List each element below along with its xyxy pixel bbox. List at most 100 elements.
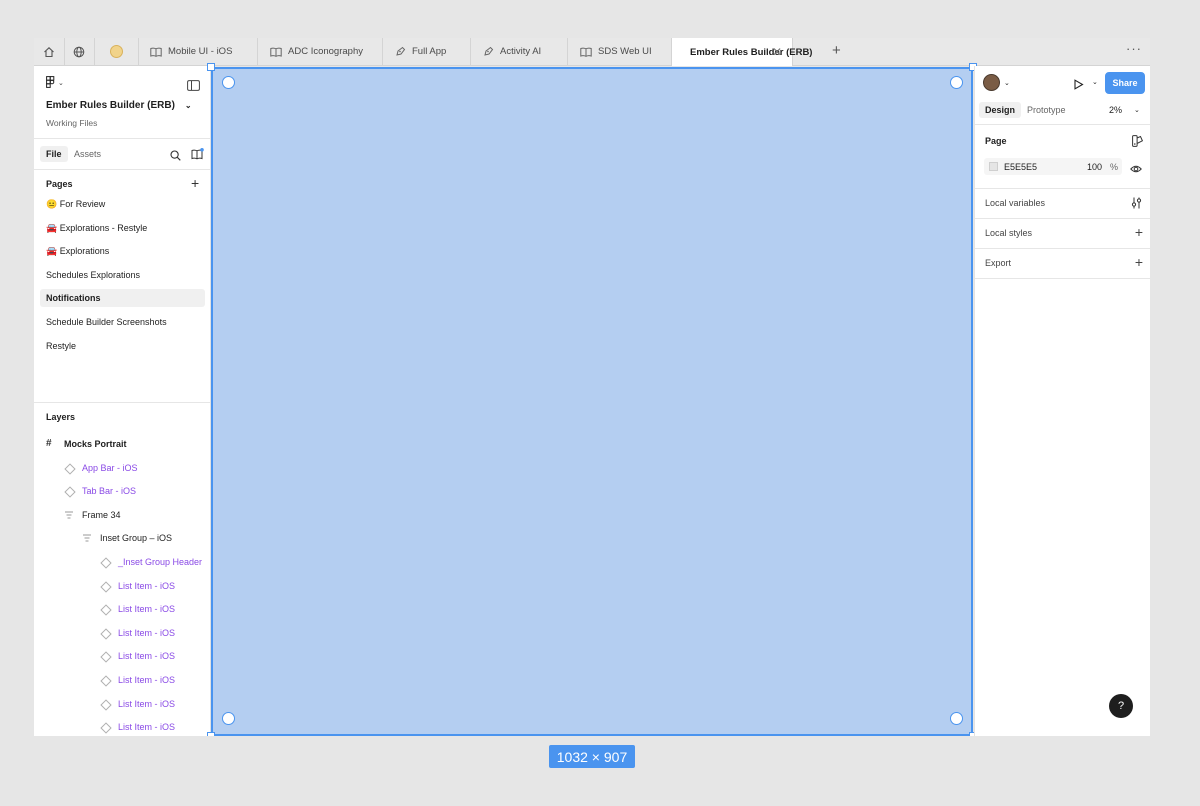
main-menu-button[interactable]: ⌄	[46, 76, 64, 89]
page-item-label: 😐 For Review	[46, 199, 106, 209]
present-button[interactable]	[1073, 77, 1084, 95]
component-instance-icon	[100, 604, 112, 616]
tab-ember-rules-builder-erb[interactable]: Ember Rules Builder (ERB) ✕	[672, 38, 812, 66]
resize-handle-bottom-left[interactable]	[207, 732, 215, 736]
new-tab-button[interactable]: +	[832, 42, 841, 59]
right-panel: ⌄ ⌄ Share Design Prototype 2% ⌄ Page E5E…	[974, 66, 1150, 736]
layer-component[interactable]: Tab Bar - iOS	[34, 483, 210, 499]
pen-icon	[396, 46, 406, 56]
emoji-tab[interactable]	[94, 38, 139, 65]
size-badge: 1032 × 907	[549, 745, 635, 768]
layer-component[interactable]: List Item - iOS	[34, 696, 210, 712]
book-icon	[270, 47, 282, 57]
page-color-hex[interactable]: E5E5E5	[1004, 162, 1037, 172]
layer-autolayout-frame[interactable]: Inset Group – iOS	[34, 530, 210, 546]
layer-label: List Item - iOS	[118, 675, 176, 685]
component-instance-icon	[100, 722, 112, 734]
tab-sds-web-ui[interactable]: SDS Web UI	[568, 38, 672, 65]
figma-window: Mobile UI - iOS ADC Iconography Full App Ac…	[34, 38, 1150, 736]
page-opacity-value[interactable]: 100	[1087, 162, 1102, 172]
page-item-label: Schedule Builder Screenshots	[46, 317, 167, 327]
search-layers-button[interactable]	[170, 148, 181, 166]
add-style-button[interactable]: +	[1135, 224, 1143, 240]
layer-component[interactable]: List Item - iOS	[34, 625, 210, 641]
layer-component[interactable]: _Inset Group Header	[34, 554, 210, 570]
corner-radius-handle-bottom-right[interactable]	[950, 712, 963, 725]
home-icon	[44, 46, 54, 57]
layer-component[interactable]: List Item - iOS	[34, 672, 210, 688]
page-item-label: Restyle	[46, 340, 77, 351]
layer-label: Frame 34	[82, 509, 121, 520]
page-color-swatch	[989, 162, 998, 171]
page-color-styles-button[interactable]	[1132, 134, 1144, 152]
share-button[interactable]: Share	[1105, 72, 1145, 94]
corner-radius-handle-bottom-left[interactable]	[222, 712, 235, 725]
community-tab[interactable]	[64, 38, 95, 65]
close-icon[interactable]: ✕	[772, 45, 782, 59]
corner-radius-handle-top-left[interactable]	[222, 76, 235, 89]
tab-adc-iconography[interactable]: ADC Iconography	[258, 38, 383, 65]
layer-label: List Item - iOS	[118, 627, 176, 638]
canvas[interactable]	[207, 63, 977, 736]
tab-mobile-ui-ios[interactable]: Mobile UI - iOS	[138, 38, 258, 65]
chevron-down-icon: ⌄	[58, 79, 64, 87]
resize-handle-top-left[interactable]	[207, 63, 215, 71]
toggle-visibility-button[interactable]	[1130, 161, 1142, 179]
file-name-dropdown[interactable]: Ember Rules Builder (ERB) ⌄	[46, 100, 192, 111]
layer-autolayout-frame[interactable]: Frame 34	[34, 507, 210, 523]
page-background-field[interactable]: E5E5E5 100 %	[984, 158, 1122, 175]
percent-sign: %	[1110, 162, 1119, 172]
selected-frame[interactable]	[211, 67, 973, 736]
pages-header: Pages	[46, 179, 73, 189]
zoom-dropdown[interactable]: 2% ⌄	[1109, 102, 1140, 118]
corner-radius-handle-top-right[interactable]	[950, 76, 963, 89]
left-panel: ⌄ Ember Rules Builder (ERB) ⌄ Working Fi…	[34, 66, 211, 736]
project-name[interactable]: Working Files	[46, 118, 97, 128]
layer-component[interactable]: List Item - iOS	[34, 648, 210, 664]
page-item-label: Notifications	[46, 293, 101, 304]
page-item[interactable]: 😐 For Review	[40, 195, 205, 213]
tab-assets[interactable]: Assets	[74, 146, 101, 162]
emoji-face-icon	[109, 45, 123, 58]
layer-component[interactable]: List Item - iOS	[34, 601, 210, 617]
open-variables-button[interactable]	[1131, 196, 1142, 214]
help-button[interactable]: ?	[1109, 694, 1133, 718]
page-item[interactable]: 🚘 Explorations	[40, 242, 205, 260]
add-export-button[interactable]: +	[1135, 254, 1143, 270]
page-item-label: 🚘 Explorations - Restyle	[46, 222, 148, 233]
add-page-button[interactable]: +	[191, 175, 199, 191]
layer-label: _Inset Group Header	[118, 557, 203, 567]
tab-file[interactable]: File	[40, 146, 68, 162]
tab-full-app[interactable]: Full App	[383, 38, 471, 65]
divider	[975, 188, 1150, 189]
component-instance-icon	[100, 675, 112, 687]
page-item-label: 🚘 Explorations	[46, 246, 110, 257]
page-item[interactable]: 🚘 Explorations - Restyle	[40, 219, 205, 237]
divider	[975, 218, 1150, 219]
layer-component[interactable]: App Bar - iOS	[34, 460, 210, 476]
toggle-sidebar-button[interactable]	[187, 78, 200, 96]
layer-frame[interactable]: # Mocks Portrait	[34, 436, 210, 452]
home-tab[interactable]	[34, 38, 65, 65]
library-button[interactable]	[191, 147, 204, 165]
page-item-selected[interactable]: Notifications	[40, 289, 205, 308]
page-item-label: Schedules Explorations	[46, 269, 141, 280]
layer-component[interactable]: List Item - iOS	[34, 578, 210, 594]
layer-component[interactable]: List Item - iOS	[34, 719, 210, 735]
tab-label: Mobile UI - iOS	[168, 46, 233, 57]
page-item[interactable]: Restyle	[40, 337, 205, 355]
tab-label: Full App	[412, 46, 447, 57]
book-icon	[580, 47, 592, 57]
chevron-down-icon: ⌄	[1004, 79, 1010, 87]
tab-activity-ai[interactable]: Activity AI	[471, 38, 568, 65]
layer-label: List Item - iOS	[118, 651, 176, 662]
page-item[interactable]: Schedule Builder Screenshots	[40, 313, 205, 331]
page-item[interactable]: Schedules Explorations	[40, 266, 205, 284]
avatar	[983, 74, 1000, 91]
chevron-down-icon[interactable]: ⌄	[1092, 78, 1098, 86]
more-menu-button[interactable]: ···	[1126, 41, 1142, 56]
tab-design[interactable]: Design	[979, 102, 1022, 118]
tab-prototype[interactable]: Prototype	[1027, 102, 1066, 118]
local-variables-row[interactable]: Local variables	[985, 198, 1150, 208]
user-menu[interactable]: ⌄	[983, 74, 1010, 91]
